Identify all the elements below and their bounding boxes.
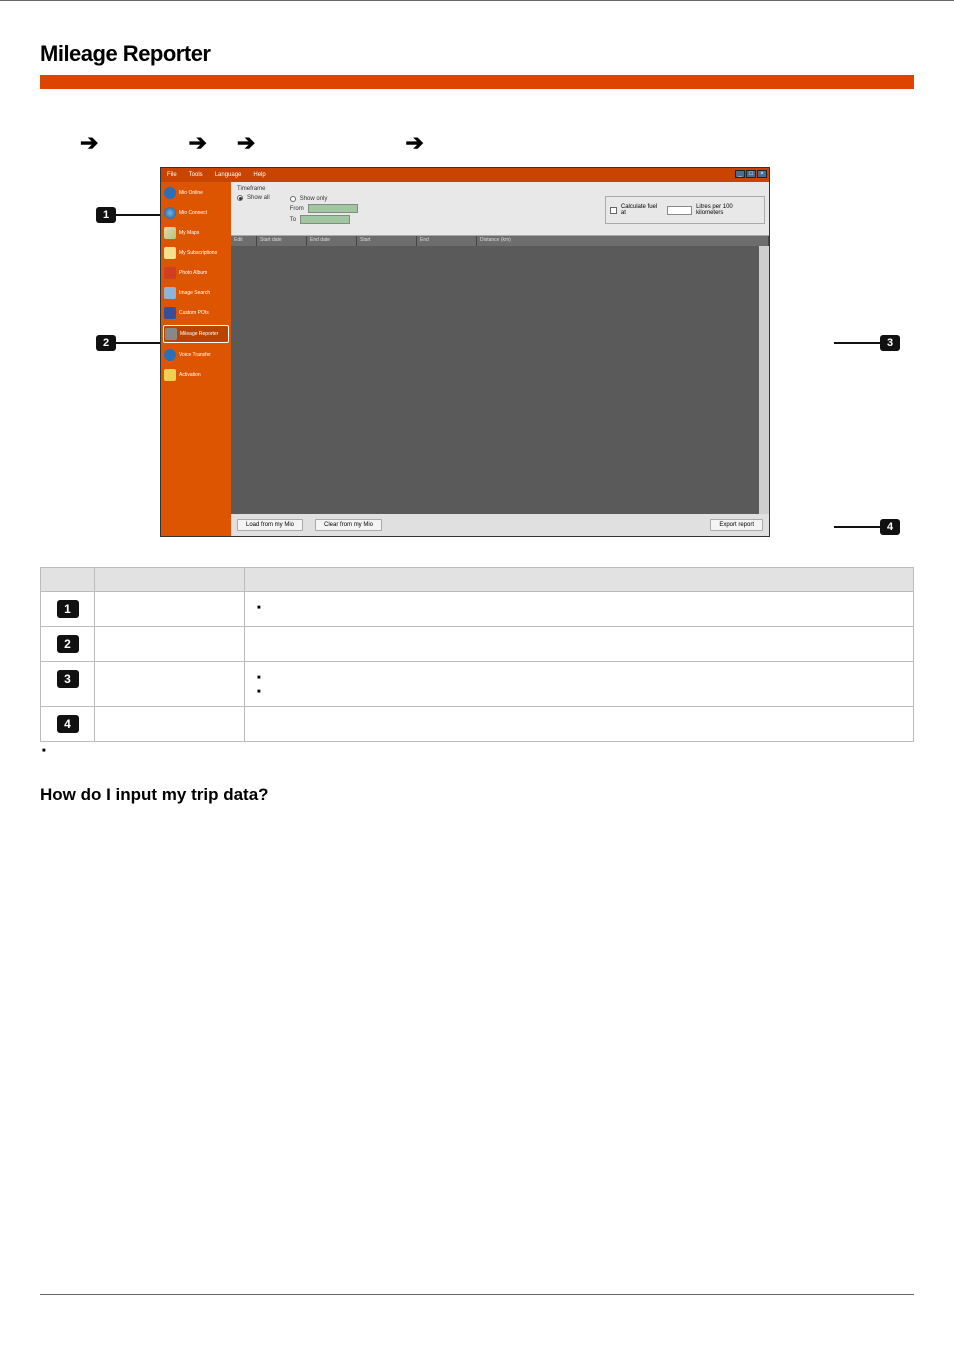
arrow-right-icon: ➔ <box>405 130 423 156</box>
breadcrumb-arrows: ➔ ➔ ➔ ➔ <box>80 129 914 157</box>
legend-row: 4 <box>41 707 914 742</box>
legend-header-row <box>41 568 914 592</box>
sidebar-item-image-search[interactable]: Image Search <box>163 285 229 301</box>
arrow-right-icon: ➔ <box>237 130 255 156</box>
arrow-right-icon: ➔ <box>188 130 206 156</box>
poi-icon <box>164 307 176 319</box>
photo-icon <box>164 267 176 279</box>
date-to-input[interactable] <box>300 215 350 224</box>
legend-row: 3 <box>41 662 914 707</box>
legend-name-2 <box>95 627 245 662</box>
radio-show-all[interactable] <box>237 195 243 201</box>
sidebar-item-photo-album[interactable]: Photo Album <box>163 265 229 281</box>
load-from-mio-button[interactable]: Load from my Mio <box>237 519 303 531</box>
footnote-bullet <box>42 746 914 757</box>
legend-badge-1: 1 <box>57 600 79 618</box>
date-from-input[interactable] <box>308 204 358 213</box>
action-buttonbar: Load from my Mio Clear from my Mio Expor… <box>231 514 769 536</box>
menu-tools[interactable]: Tools <box>189 172 203 178</box>
mileage-icon <box>165 328 177 340</box>
window-controls: _ □ × <box>735 170 767 178</box>
search-icon <box>164 287 176 299</box>
legend-name-1 <box>95 592 245 627</box>
legend-badge-2: 2 <box>57 635 79 653</box>
section-title: Mileage Reporter <box>40 41 914 67</box>
callout-4: 4 <box>880 519 900 535</box>
activation-icon <box>164 369 176 381</box>
fuel-calc-checkbox[interactable] <box>610 207 617 214</box>
callout-2: 2 <box>96 335 116 351</box>
timeframe-group: Timeframe Show all <box>237 186 270 231</box>
legend-header-num <box>41 568 95 592</box>
menu-file[interactable]: File <box>167 172 177 178</box>
main-panel: Timeframe Show all Show only From To Cal… <box>231 182 769 536</box>
maximize-icon[interactable]: □ <box>746 170 756 178</box>
trip-data-grid[interactable] <box>231 246 769 514</box>
legend-row: 2 <box>41 627 914 662</box>
timeframe-label: Timeframe <box>237 186 270 192</box>
voice-icon <box>164 349 176 361</box>
callout-3: 3 <box>880 335 900 351</box>
minimize-icon[interactable]: _ <box>735 170 745 178</box>
close-icon[interactable]: × <box>757 170 767 178</box>
menubar: File Tools Language Help <box>161 168 769 182</box>
annotated-screenshot: File Tools Language Help _ □ × Mio Onlin… <box>80 167 840 547</box>
map-icon <box>164 227 176 239</box>
callout-1: 1 <box>96 207 116 223</box>
sidebar-item-activation[interactable]: Activation <box>163 367 229 383</box>
legend-desc-2 <box>245 627 914 662</box>
legend-table: 1 2 3 4 <box>40 567 914 742</box>
legend-name-4 <box>95 707 245 742</box>
sidebar-item-mio-online[interactable]: Mio Online <box>163 185 229 201</box>
arrow-right-icon: ➔ <box>80 130 98 156</box>
legend-row: 1 <box>41 592 914 627</box>
fuel-rate-input[interactable] <box>667 206 692 215</box>
legend-desc-3 <box>245 662 914 707</box>
legend-header-name <box>95 568 245 592</box>
sidebar-item-my-subscriptions[interactable]: My Subscriptions <box>163 245 229 261</box>
sidebar-item-custom-pois[interactable]: Custom POIs <box>163 305 229 321</box>
subscriptions-icon <box>164 247 176 259</box>
legend-badge-4: 4 <box>57 715 79 733</box>
orange-divider-bar <box>40 75 914 89</box>
sidebar-item-mio-connect[interactable]: Mio Connect <box>163 205 229 221</box>
sidebar-item-mileage-reporter[interactable]: Mileage Reporter <box>163 325 229 343</box>
legend-desc-1 <box>245 592 914 627</box>
radio-show-only[interactable] <box>290 196 296 202</box>
globe-icon <box>164 187 176 199</box>
sidebar-item-voice-transfer[interactable]: Voice Transfer <box>163 347 229 363</box>
sidebar: Mio Online Mio Connect My Maps My Subscr… <box>161 182 231 536</box>
clear-from-mio-button[interactable]: Clear from my Mio <box>315 519 382 531</box>
footer-divider <box>40 1294 914 1295</box>
subsection-title: How do I input my trip data? <box>40 785 914 805</box>
connect-icon <box>164 207 176 219</box>
scrollbar[interactable] <box>759 246 769 514</box>
legend-badge-3: 3 <box>57 670 79 688</box>
menu-help[interactable]: Help <box>253 172 265 178</box>
fuel-calc-panel: Calculate fuel at Litres per 100 kilomet… <box>605 196 765 224</box>
app-window: File Tools Language Help _ □ × Mio Onlin… <box>160 167 770 537</box>
sidebar-item-my-maps[interactable]: My Maps <box>163 225 229 241</box>
legend-desc-4 <box>245 707 914 742</box>
export-report-button[interactable]: Export report <box>710 519 763 531</box>
menu-language[interactable]: Language <box>215 172 242 178</box>
trip-table-header: Edit Start date End date Start End Dista… <box>231 236 769 246</box>
legend-name-3 <box>95 662 245 707</box>
timeframe-range-group: Show only From To <box>290 186 358 231</box>
legend-header-desc <box>245 568 914 592</box>
